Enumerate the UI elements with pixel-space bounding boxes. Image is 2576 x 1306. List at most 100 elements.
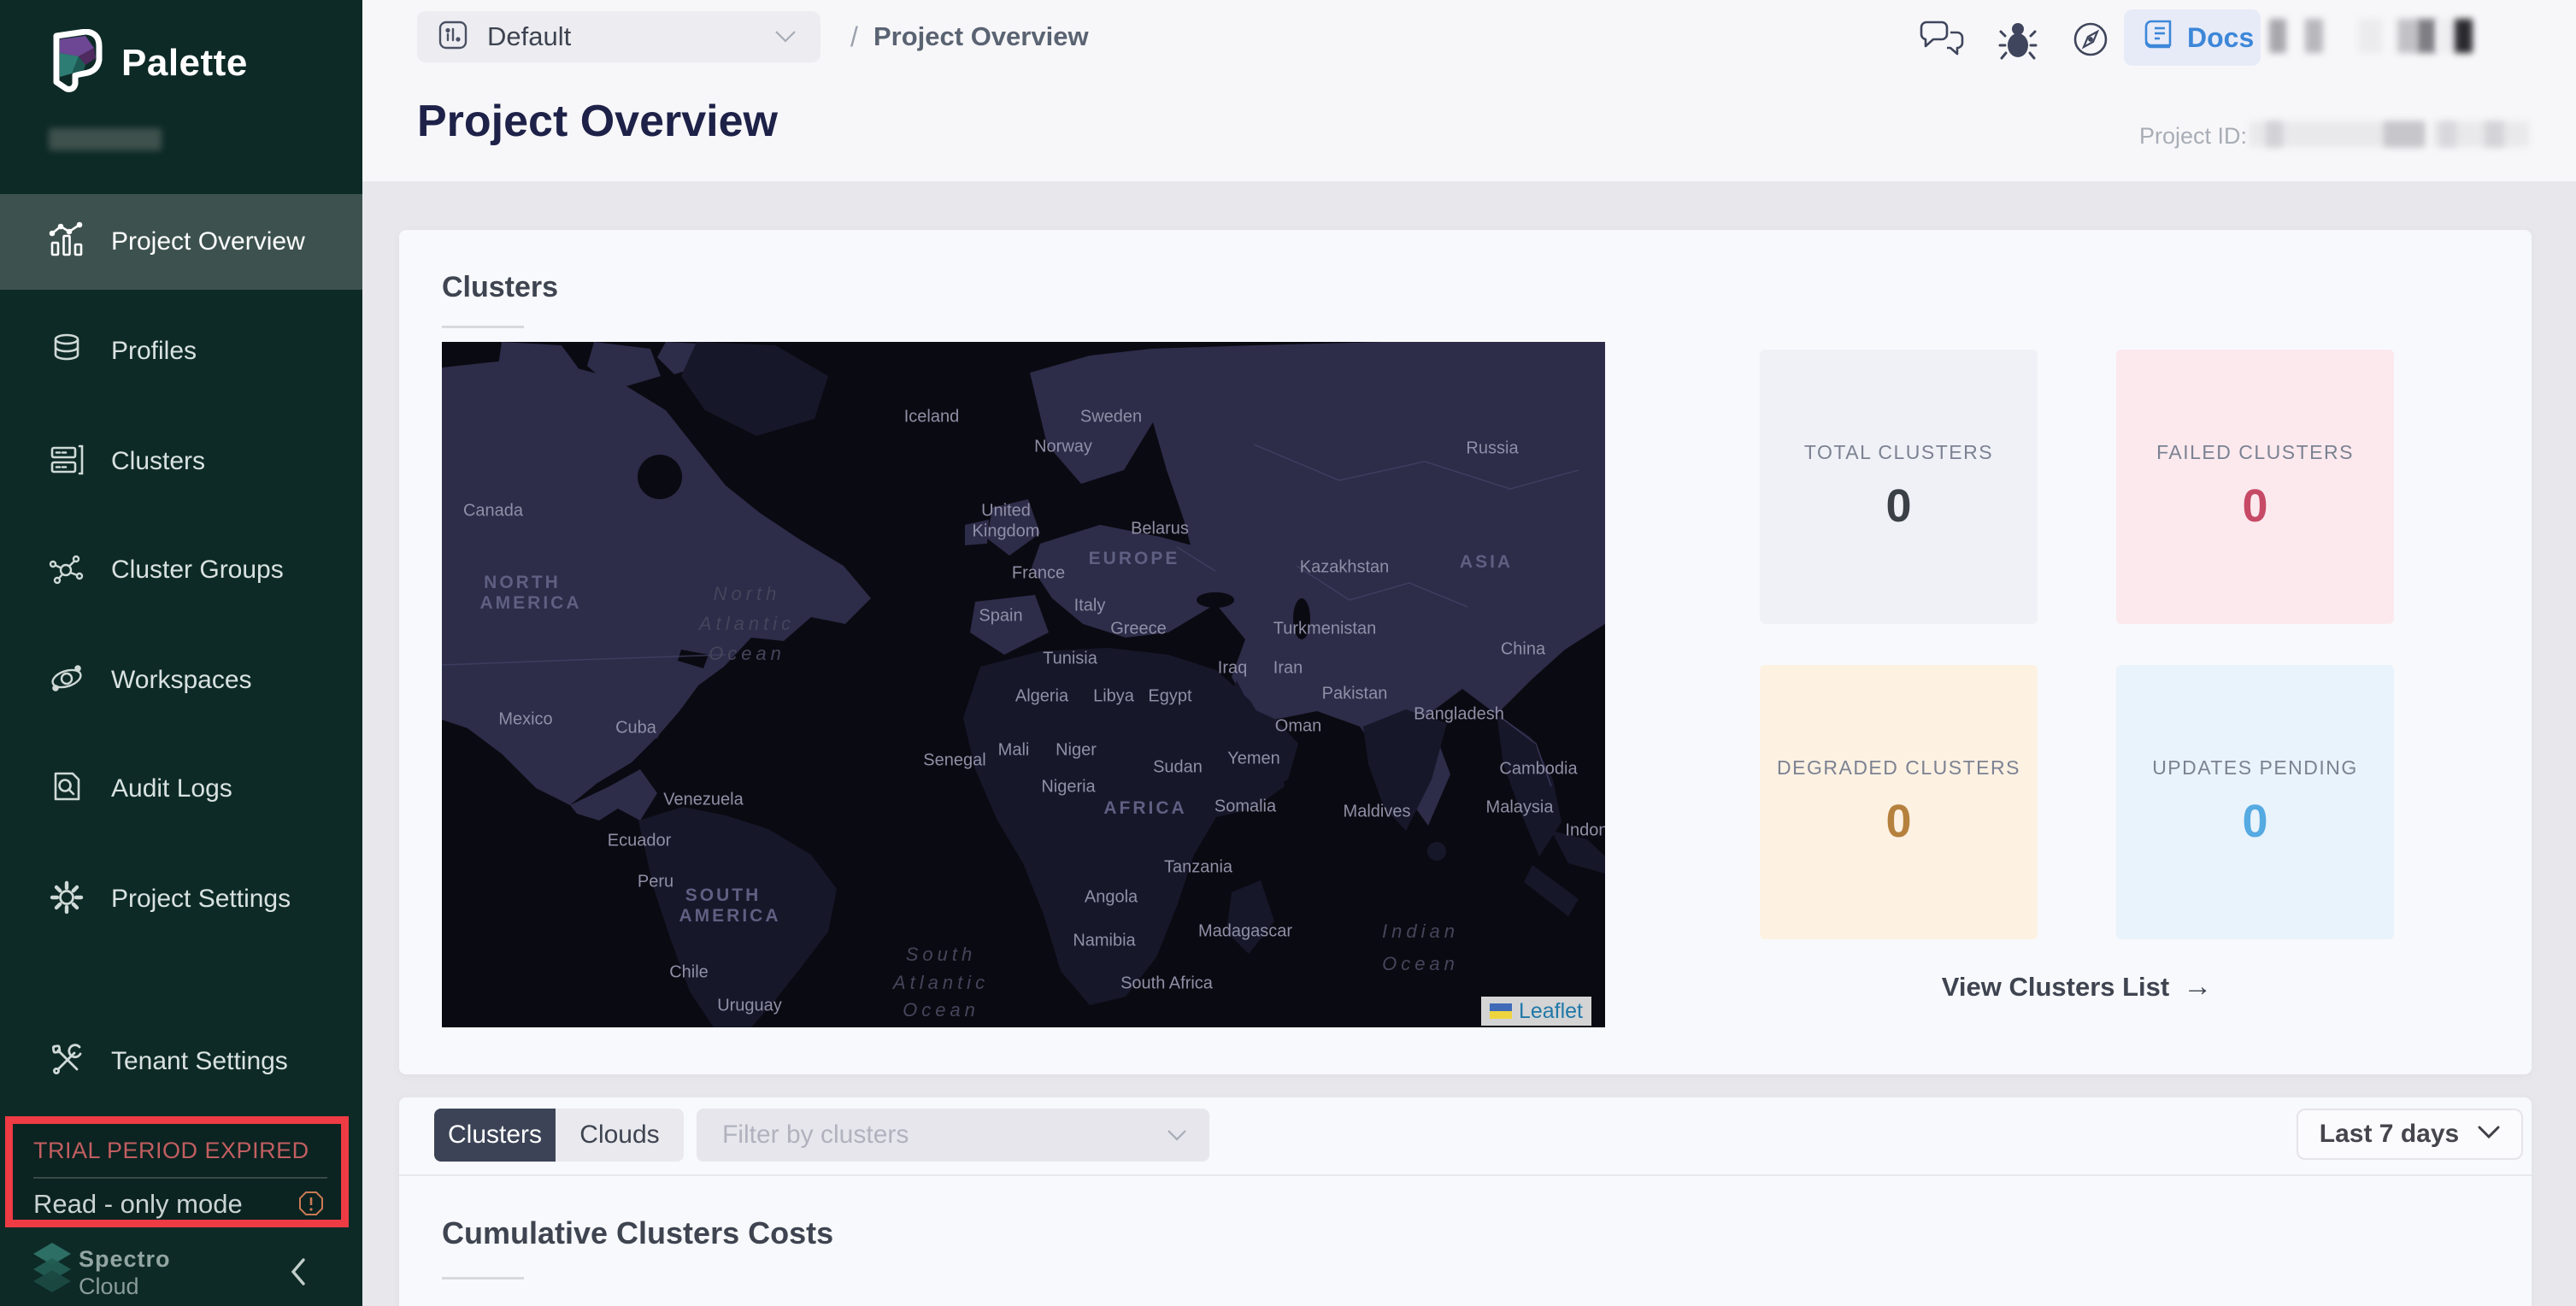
map-label: Cuba — [615, 719, 656, 738]
sidebar-item-label: Tenant Settings — [111, 1047, 288, 1076]
filter-by-clusters-select[interactable]: Filter by clusters — [697, 1109, 1209, 1162]
sidebar-redacted-text — [49, 128, 162, 150]
map-label: Madagascar — [1198, 922, 1292, 942]
sidebar-collapse-chevron[interactable] — [289, 1256, 308, 1291]
stat-label: UPDATES PENDING — [2152, 756, 2358, 779]
network-icon — [48, 550, 85, 591]
sidebar-item-project-settings[interactable]: Project Settings — [0, 851, 362, 947]
map-label: Sudan — [1153, 758, 1203, 778]
map-label: Cambodia — [1499, 760, 1577, 779]
map-label: EUROPE — [1089, 549, 1180, 569]
chat-icon[interactable] — [1920, 21, 1966, 64]
map-label: Uruguay — [717, 997, 782, 1016]
trial-expired-title: TRIAL PERIOD EXPIRED — [33, 1138, 309, 1164]
sidebar-item-tenant-settings[interactable]: Tenant Settings — [0, 1014, 362, 1109]
stat-label: DEGRADED CLUSTERS — [1777, 756, 2020, 779]
map-label: AMERICA — [679, 906, 781, 927]
project-chart-icon — [438, 20, 468, 55]
app-window: Palette Project Overview Profiles — [0, 0, 2576, 1306]
map-label: Sweden — [1080, 408, 1142, 427]
world-map[interactable]: IcelandSwedenNorwayRussiaCanadaUnitedKin… — [442, 342, 1605, 1027]
map-label: Maldives — [1344, 803, 1411, 822]
tab-clouds[interactable]: Clouds — [556, 1109, 684, 1162]
map-label: Pakistan — [1322, 685, 1388, 704]
stat-value: 0 — [1885, 479, 1911, 532]
sidebar: Palette Project Overview Profiles — [0, 0, 362, 1306]
map-label: SOUTH — [685, 885, 762, 906]
map-label: Oman — [1275, 717, 1321, 737]
map-label: South — [906, 944, 977, 966]
view-clusters-list-link[interactable]: View Clusters List→ — [1760, 970, 2394, 1003]
map-label: Nigeria — [1041, 778, 1095, 797]
map-label: Yemen — [1227, 750, 1280, 769]
map-label: Ocean — [1382, 953, 1459, 975]
sidebar-item-label: Workspaces — [111, 666, 252, 695]
docs-button[interactable]: Docs — [2124, 9, 2261, 66]
sidebar-item-label: Clusters — [111, 447, 205, 476]
map-label: United — [981, 502, 1031, 521]
map-label: Ecuador — [608, 832, 672, 851]
breadcrumb-separator: / — [850, 11, 858, 62]
tools-icon — [48, 1041, 85, 1083]
sidebar-item-workspaces[interactable]: Workspaces — [0, 632, 362, 728]
sidebar-footer: Spectro Cloud — [0, 1238, 362, 1306]
brand[interactable]: Palette — [46, 29, 248, 97]
stat-value: 0 — [2242, 479, 2267, 532]
sidebar-item-audit-logs[interactable]: Audit Logs — [0, 741, 362, 837]
map-label: Malaysia — [1486, 798, 1554, 818]
map-label: Ocean — [709, 643, 785, 665]
date-range-value: Last 7 days — [2320, 1120, 2459, 1149]
costs-panel: Clusters Clouds Filter by clusters Last … — [399, 1097, 2532, 1306]
sidebar-item-clusters[interactable]: Clusters — [0, 414, 362, 509]
stat-label: TOTAL CLUSTERS — [1804, 441, 1993, 464]
sidebar-item-label: Cluster Groups — [111, 556, 284, 585]
map-label: Tunisia — [1043, 650, 1097, 669]
project-selector[interactable]: Default — [417, 11, 820, 62]
chevron-down-icon — [1167, 1129, 1187, 1146]
chevron-down-icon — [774, 30, 797, 48]
gear-icon — [48, 879, 85, 921]
map-label: Mali — [998, 741, 1030, 761]
docs-label: Docs — [2187, 22, 2254, 54]
map-label: Spain — [979, 607, 1022, 627]
map-label: China — [1501, 640, 1545, 660]
stat-card-total-clusters: TOTAL CLUSTERS 0 — [1760, 350, 2038, 624]
sidebar-item-profiles[interactable]: Profiles — [0, 303, 362, 399]
sidebar-item-project-overview[interactable]: Project Overview — [0, 194, 362, 290]
sidebar-item-label: Project Settings — [111, 885, 291, 914]
map-label: Egypt — [1148, 687, 1191, 707]
map-label: Namibia — [1073, 932, 1135, 951]
breadcrumb[interactable]: Project Overview — [873, 11, 1089, 62]
compass-icon[interactable] — [2072, 21, 2109, 62]
map-label: Ocean — [903, 999, 979, 1021]
sidebar-item-cluster-groups[interactable]: Cluster Groups — [0, 522, 362, 618]
map-label: Canada — [463, 502, 523, 521]
stat-card-degraded-clusters: DEGRADED CLUSTERS 0 — [1760, 665, 2038, 939]
map-label: Iceland — [904, 408, 960, 427]
footer-brand-line1: Spectro — [79, 1246, 171, 1273]
map-label: Venezuela — [663, 791, 743, 810]
heading-underline — [442, 1277, 524, 1280]
map-label: Peru — [638, 873, 673, 892]
map-label: Iraq — [1218, 659, 1247, 679]
project-id-label: Project ID: — [2139, 123, 2247, 150]
bar-chart-icon — [48, 221, 85, 263]
leaflet-link[interactable]: Leaflet — [1519, 999, 1583, 1024]
sidebar-item-label: Project Overview — [111, 227, 305, 256]
map-label: Libya — [1093, 687, 1134, 707]
heading-underline — [442, 326, 524, 328]
map-label: Turkmenistan — [1273, 620, 1376, 639]
bug-icon[interactable] — [1998, 19, 2038, 66]
map-label: Angola — [1085, 888, 1138, 908]
map-label: NORTH — [484, 573, 561, 593]
map-label: Somalia — [1214, 797, 1276, 817]
map-label: Atlantic — [699, 613, 795, 635]
map-label: Bangladesh — [1414, 705, 1504, 725]
map-label: Kingdom — [973, 522, 1040, 542]
map-label: South Africa — [1120, 974, 1213, 994]
tab-clusters[interactable]: Clusters — [434, 1109, 556, 1162]
stat-label: FAILED CLUSTERS — [2156, 441, 2354, 464]
map-label: Iran — [1273, 659, 1303, 679]
date-range-select[interactable]: Last 7 days — [2297, 1109, 2523, 1160]
footer-brand-line2: Cloud — [79, 1274, 139, 1300]
